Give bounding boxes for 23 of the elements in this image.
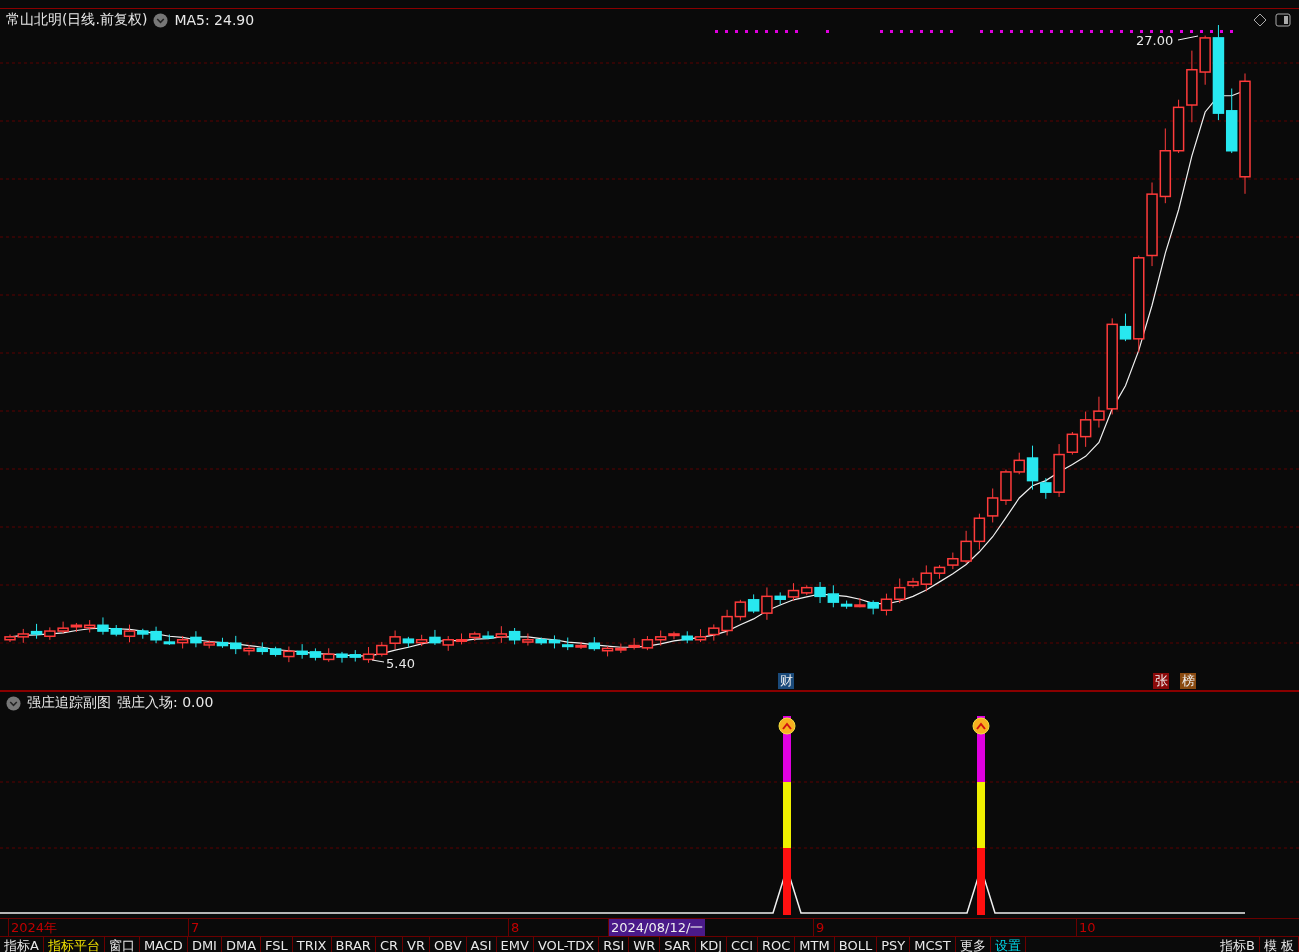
panel-icon[interactable]: [1275, 13, 1291, 27]
high-price-label: 27.00: [1136, 33, 1174, 48]
time-axis-label: 10: [1076, 919, 1098, 936]
time-axis-label: 8: [508, 919, 522, 936]
event-marker[interactable]: 榜: [1180, 673, 1196, 689]
chevron-down-icon[interactable]: [6, 695, 21, 711]
event-marker[interactable]: 张: [1153, 673, 1169, 689]
leader-line: [371, 659, 385, 663]
time-axis-label: 7: [188, 919, 202, 936]
chevron-down-icon[interactable]: [153, 12, 169, 28]
ma-value: MA5: 24.90: [174, 12, 255, 28]
leader-line: [1177, 35, 1199, 41]
event-marker[interactable]: 财: [778, 673, 794, 689]
chevron-up-icon: [972, 717, 990, 735]
chart-title: 常山北明(日线.前复权): [6, 11, 148, 29]
time-axis-label: 2024/08/12/一: [608, 919, 706, 936]
time-axis-label: 9: [813, 919, 827, 936]
low-price-label: 5.40: [386, 656, 415, 671]
indicator-name: 强庄追踪副图: [27, 694, 111, 712]
time-axis-label: 2024年: [8, 919, 60, 936]
diamond-icon[interactable]: [1253, 13, 1267, 27]
chevron-up-icon: [778, 717, 796, 735]
indicator-value: 强庄入场: 0.00: [117, 694, 214, 712]
